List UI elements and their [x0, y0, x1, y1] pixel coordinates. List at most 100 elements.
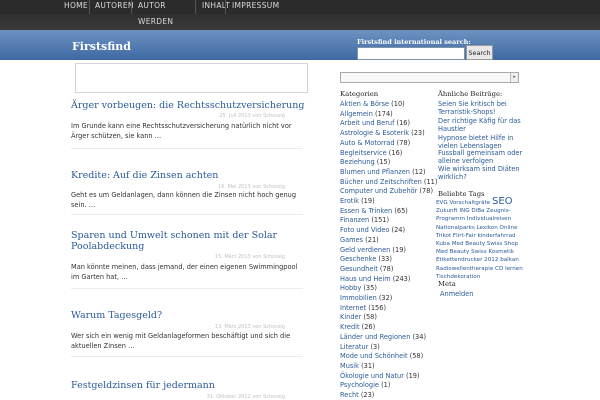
category-name: Kinder — [340, 313, 362, 322]
post-title[interactable]: Sparen und Umwelt schonen mit der Solar … — [71, 230, 311, 252]
category-count: (58) — [407, 352, 424, 361]
category-item[interactable]: Allgemein (174) — [340, 110, 393, 118]
tag-link[interactable]: SEO — [492, 196, 513, 207]
tag-link[interactable]: Nationalparks — [436, 225, 475, 231]
category-item[interactable]: Literatur (3) — [340, 343, 380, 351]
tag-link[interactable]: lernen — [505, 266, 523, 272]
post-title[interactable]: Festgeldzinsen für jedermann — [71, 380, 215, 391]
tag-link[interactable]: Programm — [436, 216, 465, 222]
category-item[interactable]: Bücher und Zeitschriften (11) — [340, 178, 437, 186]
ad-box — [75, 63, 308, 93]
nav-separator — [195, 0, 196, 14]
category-count: (151) — [369, 216, 390, 225]
tag-link[interactable]: kinderfahrrad — [478, 233, 516, 239]
category-item[interactable]: Computer und Zubehör (78) — [340, 187, 433, 195]
category-item[interactable]: Arbeit und Beruf (16) — [340, 119, 410, 127]
category-item[interactable]: Geld verdienen (19) — [340, 246, 406, 254]
category-item[interactable]: Ökologie und Natur (19) — [340, 372, 420, 380]
category-item[interactable]: Gesundheit (78) — [340, 265, 393, 273]
category-count: (19) — [403, 371, 420, 380]
category-item[interactable]: Auto & Motorrad (78) — [340, 139, 410, 147]
login-link[interactable]: Anmelden — [440, 290, 473, 298]
related-link[interactable]: Wie wirksam sind Diäten wirklich? — [438, 165, 524, 181]
category-item[interactable]: Begleitservice (16) — [340, 149, 402, 157]
tag-link[interactable]: EVG — [436, 200, 448, 206]
category-count: (26) — [359, 323, 376, 332]
category-name: Essen & Trinken — [340, 206, 393, 215]
nav-autor-werden[interactable]: WERDEN — [138, 17, 173, 26]
tag-link[interactable]: Med Beauty Swiss — [452, 241, 503, 247]
category-item[interactable]: Haus und Heim (243) — [340, 275, 410, 283]
post-meta: 15. März 2013 von Schossig — [214, 254, 285, 260]
category-item[interactable]: Länder und Regionen (34) — [340, 333, 426, 341]
tag-link[interactable]: Med Beauty Swiss — [436, 249, 487, 255]
category-item[interactable]: Aktien & Börse (10) — [340, 100, 405, 108]
tag-link[interactable]: Lexikon — [477, 225, 498, 231]
category-item[interactable]: Blumen und Pflanzen (12) — [340, 168, 426, 176]
category-item[interactable]: Immobilien (32) — [340, 294, 392, 302]
tag-link[interactable]: Shop — [504, 241, 518, 247]
sidebar-search-button[interactable]: ▸ — [510, 73, 518, 82]
category-count: (174) — [372, 109, 393, 118]
category-item[interactable]: Erotik (19) — [340, 197, 375, 205]
search-input[interactable] — [357, 47, 465, 60]
tag-link[interactable]: ING DiBa — [459, 208, 484, 214]
nav-home[interactable]: HOME — [64, 1, 88, 10]
category-item[interactable]: Games (21) — [340, 236, 379, 244]
post-title[interactable]: Warum Tagesgeld? — [71, 310, 162, 321]
category-item[interactable]: Kredit (26) — [340, 323, 375, 331]
category-item[interactable]: Astrologie & Esoterik (23) — [340, 129, 425, 137]
post-title[interactable]: Kredite: Auf die Zinsen achten — [71, 170, 218, 181]
tag-link[interactable]: Individualreisen — [467, 216, 511, 222]
tag-link[interactable]: Zeugnis- — [486, 208, 510, 214]
category-item[interactable]: Psychologie (1) — [340, 381, 390, 389]
related-link[interactable]: Der richtige Käfig für das Haustier — [438, 117, 524, 133]
category-item[interactable]: Finanzen (151) — [340, 216, 389, 224]
related-link[interactable]: Fussball gemeinsam oder alleine verfolge… — [438, 149, 524, 165]
tag-link[interactable]: Etikettendrucker 2012 — [436, 257, 498, 263]
nav-autor[interactable]: AUTOR — [138, 1, 166, 10]
tag-link[interactable]: Flirt-Fair — [453, 233, 476, 239]
category-item[interactable]: Mode und Schönheit (58) — [340, 352, 423, 360]
related-link[interactable]: Hypnose bietet Hilfe in vielen Lebenslag… — [438, 134, 524, 150]
category-item[interactable]: Kinder (58) — [340, 313, 377, 321]
category-count: (78) — [417, 187, 434, 196]
nav-autoren[interactable]: AUTOREN — [95, 1, 134, 10]
category-count: (3) — [368, 342, 380, 351]
category-item[interactable]: Hobby (35) — [340, 284, 377, 292]
category-count: (21) — [363, 235, 379, 244]
category-item[interactable]: Internet (156) — [340, 304, 386, 312]
search-button[interactable]: Search — [466, 45, 493, 60]
tag-link[interactable]: Vorschaltgräte — [449, 200, 490, 206]
post-title[interactable]: Ärger vorbeugen: die Rechtsschutzversich… — [71, 100, 304, 111]
tag-link[interactable]: Online — [500, 225, 518, 231]
category-name: Astrologie & Esoterik — [340, 129, 410, 138]
site-title[interactable]: Firstsfind — [72, 40, 131, 53]
category-item[interactable]: Recht (23) — [340, 391, 374, 399]
category-count: (243) — [390, 274, 411, 283]
search-label: Firstsfind international search: — [357, 38, 471, 46]
tag-link[interactable]: Radiowellentherapie CD — [436, 266, 503, 272]
category-item[interactable]: Geschenke (33) — [340, 255, 392, 263]
post-meta: 13. März 2013 von Schossig — [214, 324, 285, 330]
category-name: Geld verdienen — [340, 245, 391, 254]
tag-link[interactable]: Trikot — [436, 233, 451, 239]
category-item[interactable]: Beziehung (15) — [340, 158, 390, 166]
related-link[interactable]: Seien Sie kritisch bei Terraristik-Shops… — [438, 100, 524, 116]
tag-link[interactable]: Kuba — [436, 241, 450, 247]
tag-link[interactable]: balkan — [500, 257, 519, 263]
category-name: Computer und Zubehör — [340, 187, 418, 196]
tag-link[interactable]: Tischdekoration — [436, 274, 480, 280]
sidebar-search-input[interactable] — [340, 72, 519, 83]
post-meta: 31. Oktober 2012 von Schossig — [206, 394, 285, 400]
tag-link[interactable]: Kosmetik — [488, 249, 514, 255]
category-item[interactable]: Essen & Trinken (65) — [340, 207, 408, 215]
category-count: (15) — [374, 158, 391, 167]
tag-link[interactable]: Zukunft — [436, 208, 458, 214]
nav-impressum[interactable]: IMPRESSUM — [232, 1, 279, 10]
category-name: Auto & Motorrad — [340, 138, 395, 147]
post-excerpt: Man könnte meinen, dass jemand, der eine… — [71, 263, 298, 281]
category-item[interactable]: Musik (31) — [340, 362, 375, 370]
meta-title: Meta — [438, 280, 456, 288]
category-item[interactable]: Foto und Video (24) — [340, 226, 405, 234]
